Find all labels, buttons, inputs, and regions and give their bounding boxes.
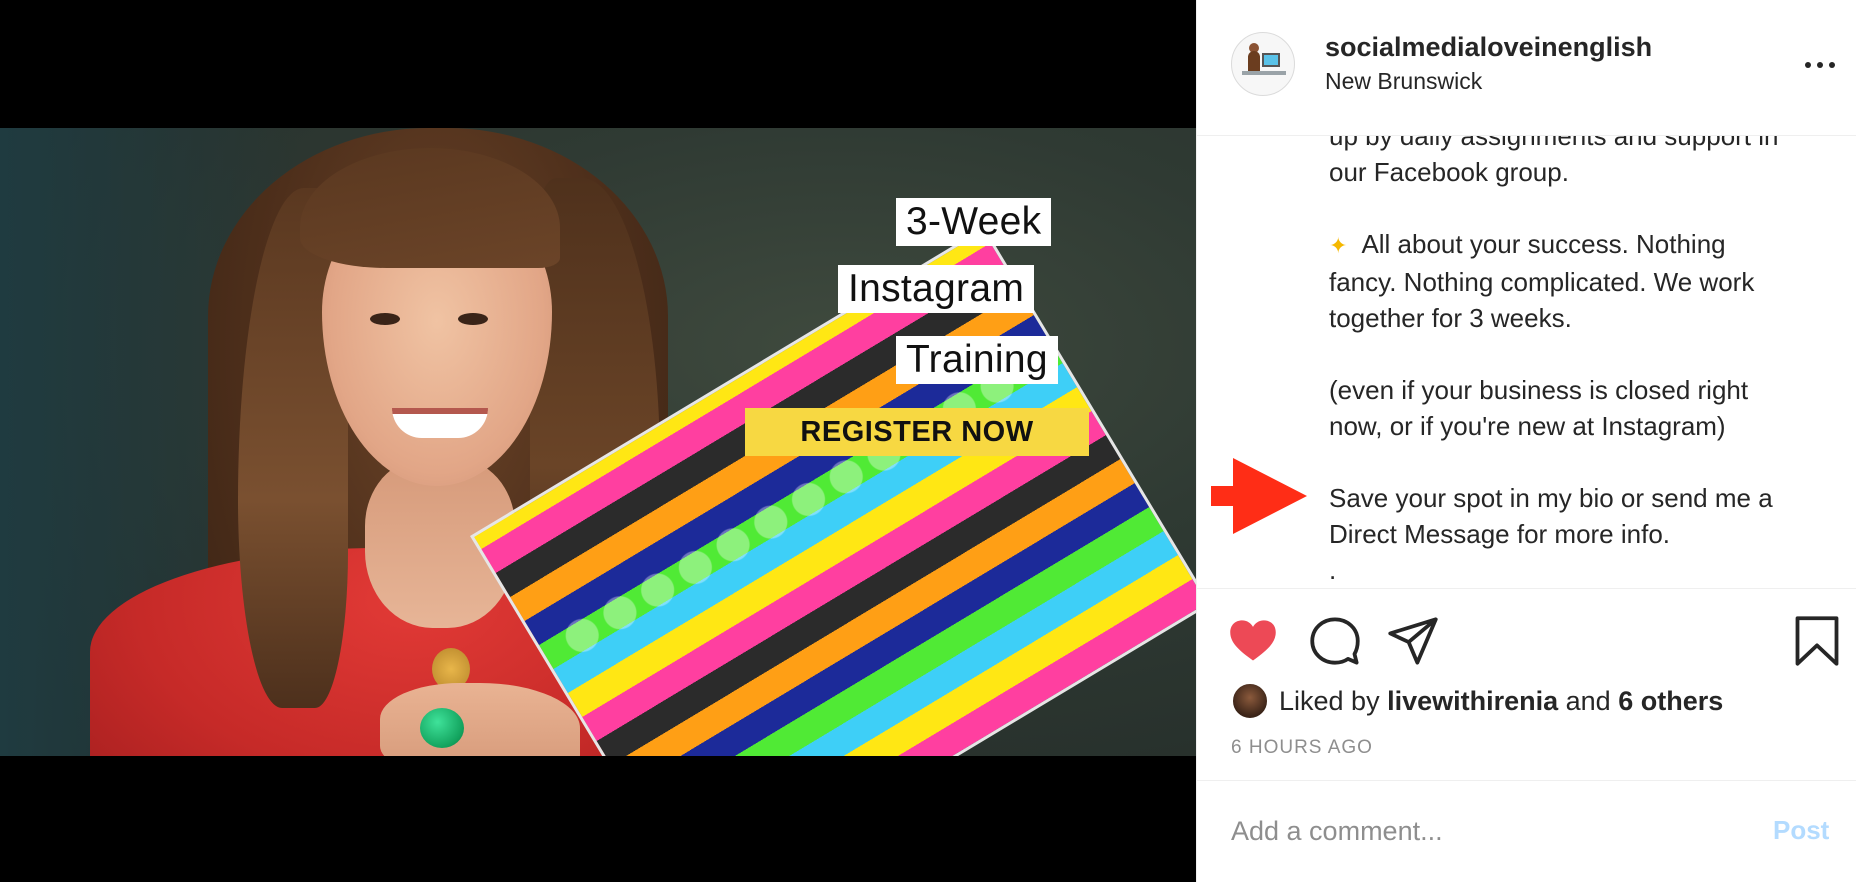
caption-scroll-area[interactable]: up by daily assignments and support in o… <box>1197 136 1856 588</box>
post-comment-button[interactable]: Post <box>1773 815 1829 846</box>
bookmark-icon[interactable] <box>1791 615 1843 667</box>
overlay-line-2: Instagram <box>838 265 1035 313</box>
comment-icon[interactable] <box>1309 615 1361 667</box>
caption-line: ✦ All about your success. Nothing <box>1329 229 1726 259</box>
post-header: socialmedialoveinenglish New Brunswick <box>1197 0 1856 136</box>
caption-line <box>1329 444 1839 480</box>
username-link[interactable]: socialmedialoveinenglish <box>1325 32 1652 63</box>
post-timestamp[interactable]: 6 HOURS AGO <box>1231 737 1373 759</box>
register-now-banner: REGISTER NOW <box>745 408 1089 456</box>
caption-line: our Facebook group. <box>1329 157 1569 187</box>
liked-by-text: Liked by livewithirenia and 6 others <box>1279 685 1724 716</box>
location-link[interactable]: New Brunswick <box>1325 68 1482 95</box>
liked-by-row: Liked by livewithirenia and 6 others <box>1231 681 1723 721</box>
caption-line: together for 3 weeks. <box>1329 303 1572 333</box>
caption-line <box>1329 336 1839 372</box>
others-link[interactable]: 6 others <box>1618 686 1723 716</box>
share-icon[interactable] <box>1387 615 1439 667</box>
caption-line: Save your spot in my bio or send me a <box>1329 483 1773 513</box>
liker-avatar[interactable] <box>1231 682 1269 720</box>
caption-line: Direct Message for more info. <box>1329 519 1671 549</box>
more-options-icon[interactable] <box>1801 50 1841 80</box>
sparkle-icon: ✦ <box>1329 233 1348 258</box>
caption-line: now, or if you're new at Instagram) <box>1329 411 1726 441</box>
comment-bar: Post <box>1197 780 1856 882</box>
caption-line: up by daily assignments and support in <box>1329 136 1779 151</box>
profile-avatar[interactable] <box>1231 32 1295 96</box>
overlay-line-1: 3-Week <box>896 198 1052 246</box>
caption-line: fancy. Nothing complicated. We work <box>1329 267 1755 297</box>
post-details-panel: socialmedialoveinenglish New Brunswick u… <box>1196 0 1856 882</box>
post-media: 3-Week Instagram Training REGISTER NOW <box>0 0 1196 882</box>
heart-icon[interactable] <box>1227 615 1279 667</box>
caption-line: . <box>1329 555 1337 585</box>
green-ring <box>420 708 464 748</box>
caption-line: (even if your business is closed right <box>1329 375 1749 405</box>
caption-line <box>1329 190 1839 226</box>
red-arrow-icon <box>1211 458 1307 534</box>
overlay-line-3: Training <box>896 336 1058 384</box>
comment-input[interactable] <box>1231 809 1731 853</box>
post-actions: Liked by livewithirenia and 6 others 6 H… <box>1197 588 1856 780</box>
liker-username-link[interactable]: livewithirenia <box>1387 686 1558 716</box>
post-caption: up by daily assignments and support in o… <box>1329 136 1839 588</box>
